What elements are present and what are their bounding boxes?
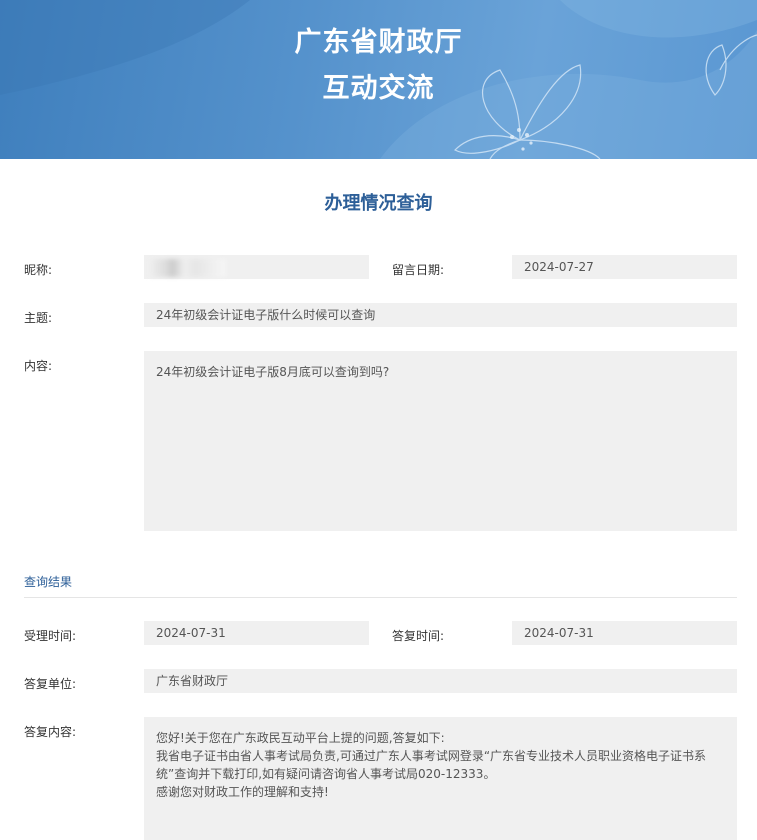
reply-unit-label: 答复单位: xyxy=(24,677,77,691)
accept-time-field: 2024-07-31 xyxy=(144,621,369,645)
page-title: 办理情况查询 xyxy=(324,193,433,214)
content-text: 24年初级会计证电子版8月底可以查询到吗? xyxy=(156,365,390,379)
reply-line: 感谢您对财政工作的理解和支持! xyxy=(156,785,329,799)
content-field: 24年初级会计证电子版8月底可以查询到吗? xyxy=(144,351,737,531)
message-date-field: 2024-07-27 xyxy=(512,255,737,279)
reply-line: 您好!关于您在广东政民互动平台上提的问题,答复如下: xyxy=(156,731,445,745)
subject-label: 主题: xyxy=(24,311,53,325)
banner-title-section: 互动交流 xyxy=(322,73,435,104)
redacted-nickname xyxy=(150,259,226,277)
nickname-label: 昵称: xyxy=(24,263,53,277)
subject-field: 24年初级会计证电子版什么时候可以查询 xyxy=(144,303,737,327)
content-label: 内容: xyxy=(24,359,53,373)
header-banner: 广东省财政厅 互动交流 xyxy=(0,0,757,159)
reply-time-field: 2024-07-31 xyxy=(512,621,737,645)
reply-content-field: 您好!关于您在广东政民互动平台上提的问题,答复如下: 我省电子证书由省人事考试局… xyxy=(144,717,737,840)
reply-content-label: 答复内容: xyxy=(24,725,77,739)
accept-time-label: 受理时间: xyxy=(24,629,77,643)
result-divider xyxy=(24,597,737,598)
reply-time-label: 答复时间: xyxy=(392,629,445,643)
banner-title-org: 广东省财政厅 xyxy=(294,27,463,58)
message-date-label: 留言日期: xyxy=(392,263,445,277)
reply-unit-field: 广东省财政厅 xyxy=(144,669,737,693)
result-heading: 查询结果 xyxy=(24,575,73,589)
reply-line: 我省电子证书由省人事考试局负责,可通过广东人事考试网登录“广东省专业技术人员职业… xyxy=(156,749,707,781)
